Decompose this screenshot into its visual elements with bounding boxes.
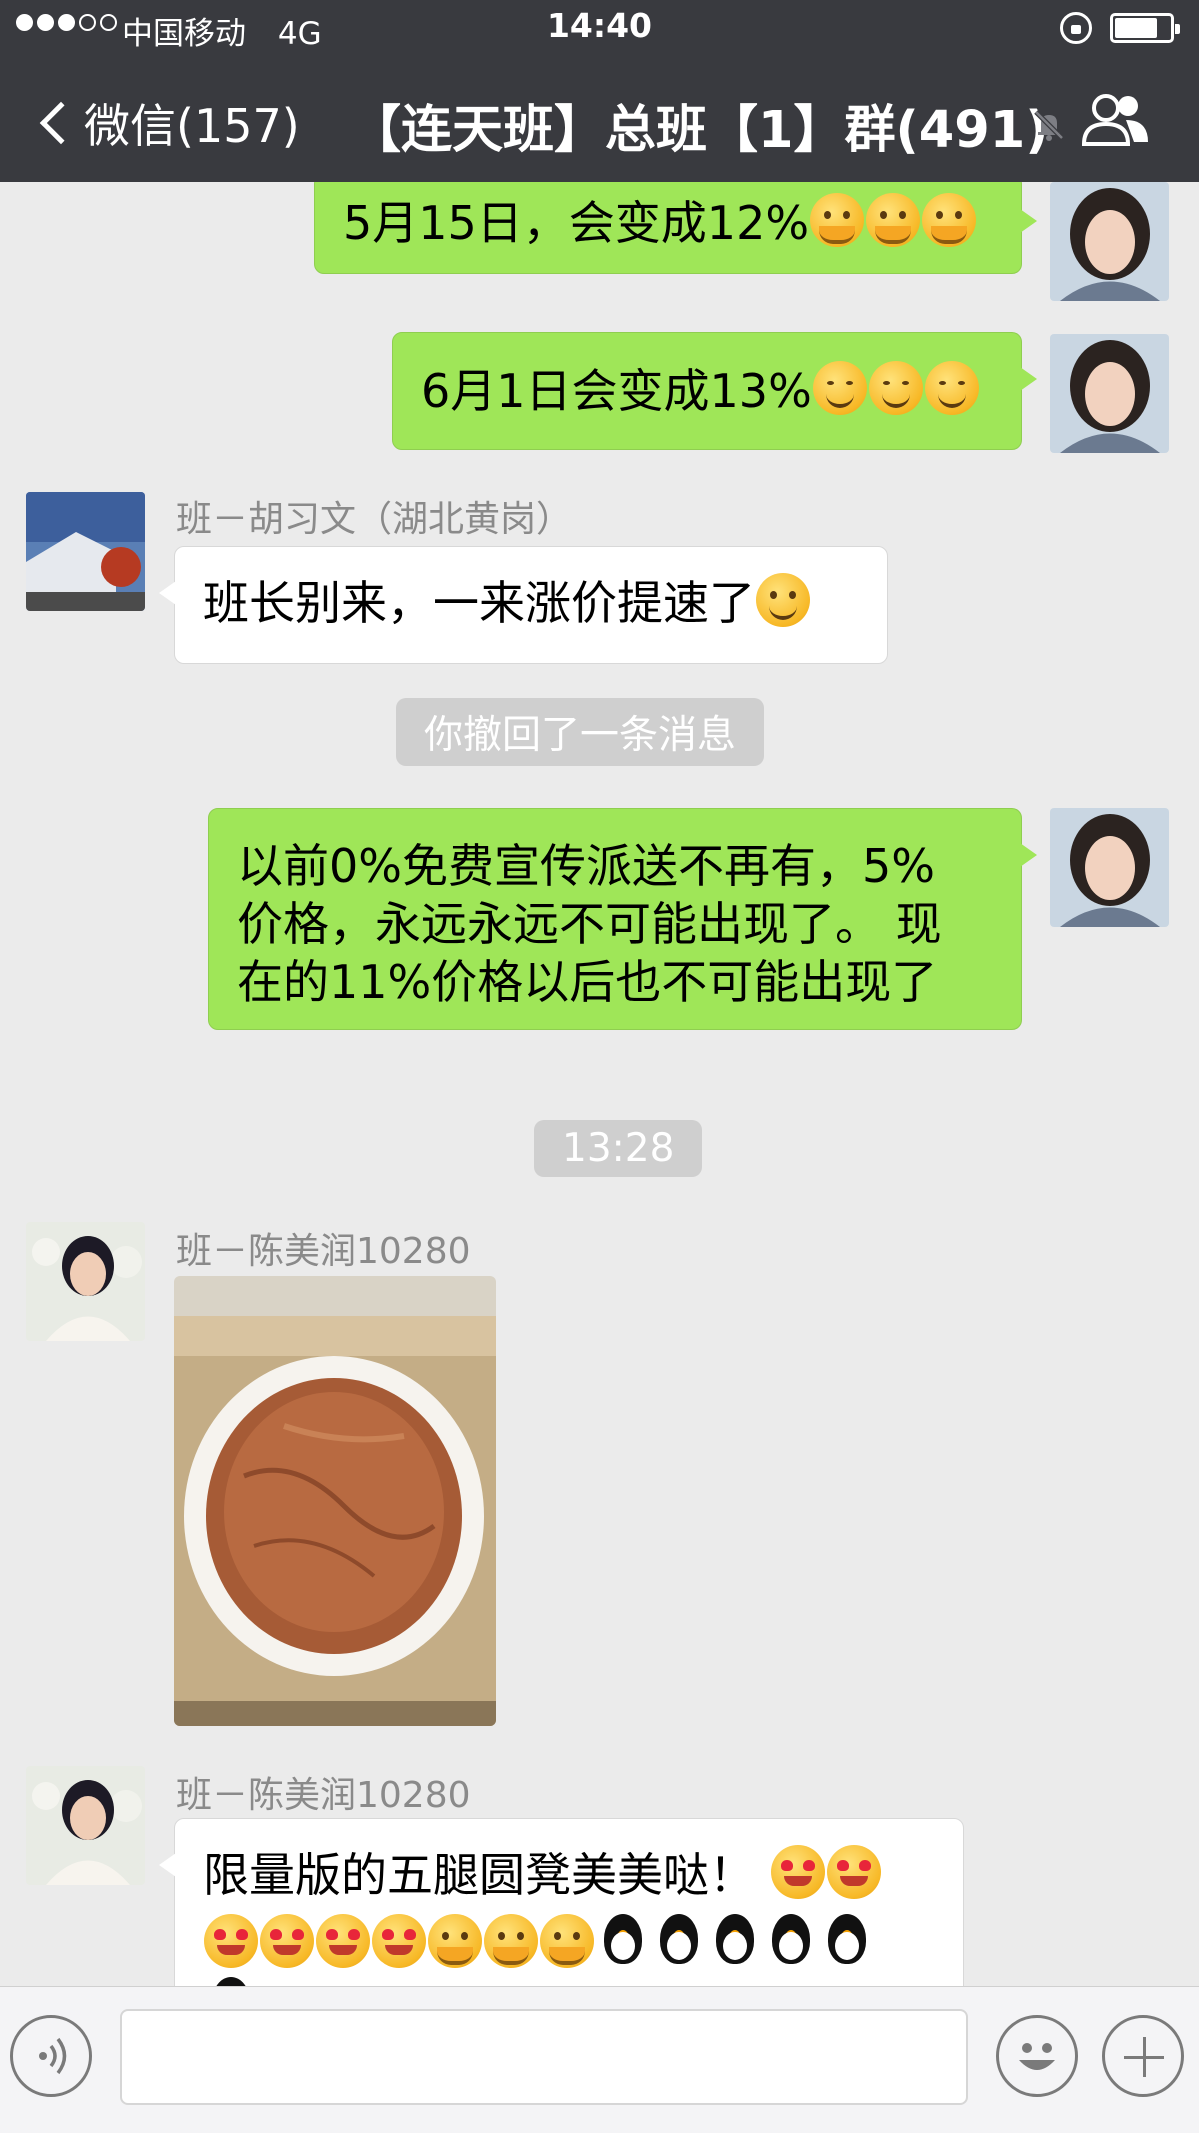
- input-bar: [0, 1986, 1199, 2133]
- smirk-emoji-icon: [812, 361, 867, 415]
- voice-button[interactable]: [10, 2015, 92, 2097]
- penguin-emoji-icon: [206, 1977, 256, 1986]
- hug-emoji-icon: [540, 1914, 594, 1968]
- heart-eyes-emoji-icon: [372, 1914, 426, 1968]
- message-bubble-outgoing[interactable]: 6月1日会变成13%: [392, 332, 1037, 450]
- avatar-self[interactable]: [1050, 334, 1169, 453]
- hug-emoji-icon: [810, 193, 865, 247]
- top-bar: 中国移动 4G 14:40 微信(157) 【连天班】总班【1】群(491): [0, 0, 1199, 182]
- avatar-sender[interactable]: [26, 1766, 145, 1885]
- message-bubble-incoming[interactable]: 班长别来，一来涨价提速了: [159, 546, 888, 664]
- image-message[interactable]: [174, 1276, 496, 1726]
- message-line: 在的11%价格以后也不可能出现了: [237, 955, 938, 1009]
- hug-emoji-icon: [866, 193, 921, 247]
- penguin-emoji-icon: [654, 1914, 704, 1968]
- smirk-emoji-icon: [924, 361, 979, 415]
- battery-icon: [1110, 13, 1180, 43]
- penguin-emoji-icon: [710, 1914, 760, 1968]
- nav-bar: 微信(157) 【连天班】总班【1】群(491): [0, 62, 1199, 180]
- avatar-sender[interactable]: [26, 1222, 145, 1341]
- sender-name: 班－陈美润10280: [176, 1775, 471, 1816]
- timestamp-pill: 13:28: [534, 1120, 703, 1177]
- chevron-left-icon: [39, 101, 83, 145]
- message-text: 限量版的五腿圆凳美美哒！: [203, 1848, 755, 1902]
- message-line: 以前0%免费宣传派送不再有，5%: [237, 839, 935, 893]
- message-bubble-incoming[interactable]: 限量版的五腿圆凳美美哒！: [159, 1818, 964, 1986]
- chat-area[interactable]: 5月15日，会变成12% 6月1日会变成13% 班－胡习文（湖北黄岗） 班长别来…: [0, 182, 1199, 1986]
- penguin-emoji-icon: [598, 1914, 648, 1968]
- message-bubble-outgoing[interactable]: 以前0%免费宣传派送不再有，5% 价格，永远永远不可能出现了。 现 在的11%价…: [208, 808, 1037, 1030]
- recalled-message-notice: 你撤回了一条消息: [396, 698, 765, 766]
- heart-eyes-emoji-icon: [316, 1914, 370, 1968]
- plus-button[interactable]: [1102, 2015, 1184, 2097]
- message-input[interactable]: [120, 2009, 968, 2105]
- rotation-lock-icon: [1060, 12, 1092, 44]
- avatar-self[interactable]: [1050, 808, 1169, 927]
- sender-name: 班－胡习文（湖北黄岗）: [176, 499, 573, 540]
- back-button[interactable]: 微信(157): [34, 90, 300, 156]
- hug-emoji-icon: [484, 1914, 538, 1968]
- back-label: 微信(157): [84, 99, 300, 153]
- grin-emoji-icon: [756, 573, 810, 627]
- message-text: 5月15日，会变成12%: [343, 196, 810, 250]
- message-bubble-outgoing[interactable]: 5月15日，会变成12%: [314, 182, 1037, 274]
- heart-eyes-emoji-icon: [770, 1845, 825, 1899]
- emoji-icon: [1019, 2043, 1055, 2070]
- heart-eyes-emoji-icon: [260, 1914, 314, 1968]
- penguin-emoji-icon: [822, 1914, 872, 1968]
- avatar-sender[interactable]: [26, 492, 145, 611]
- hug-emoji-icon: [922, 193, 977, 247]
- status-bar: 中国移动 4G 14:40: [0, 0, 1199, 56]
- sender-name: 班－陈美润10280: [176, 1231, 471, 1272]
- smirk-emoji-icon: [868, 361, 923, 415]
- message-text: 6月1日会变成13%: [421, 364, 812, 418]
- status-time: 14:40: [546, 6, 653, 45]
- hug-emoji-icon: [428, 1914, 482, 1968]
- group-members-icon[interactable]: [1080, 92, 1152, 148]
- voice-icon: [39, 2037, 67, 2075]
- message-text: 班长别来，一来涨价提速了: [203, 576, 755, 630]
- heart-eyes-emoji-icon: [204, 1914, 258, 1968]
- emoji-button[interactable]: [996, 2015, 1078, 2097]
- chat-title: 【连天班】总班【1】群(491): [350, 101, 1049, 160]
- avatar-self[interactable]: [1050, 182, 1169, 301]
- message-line: 价格，永远永远不可能出现了。 现: [237, 897, 942, 951]
- mute-bell-icon: [1034, 110, 1064, 141]
- heart-eyes-emoji-icon: [826, 1845, 881, 1899]
- penguin-emoji-icon: [766, 1914, 816, 1968]
